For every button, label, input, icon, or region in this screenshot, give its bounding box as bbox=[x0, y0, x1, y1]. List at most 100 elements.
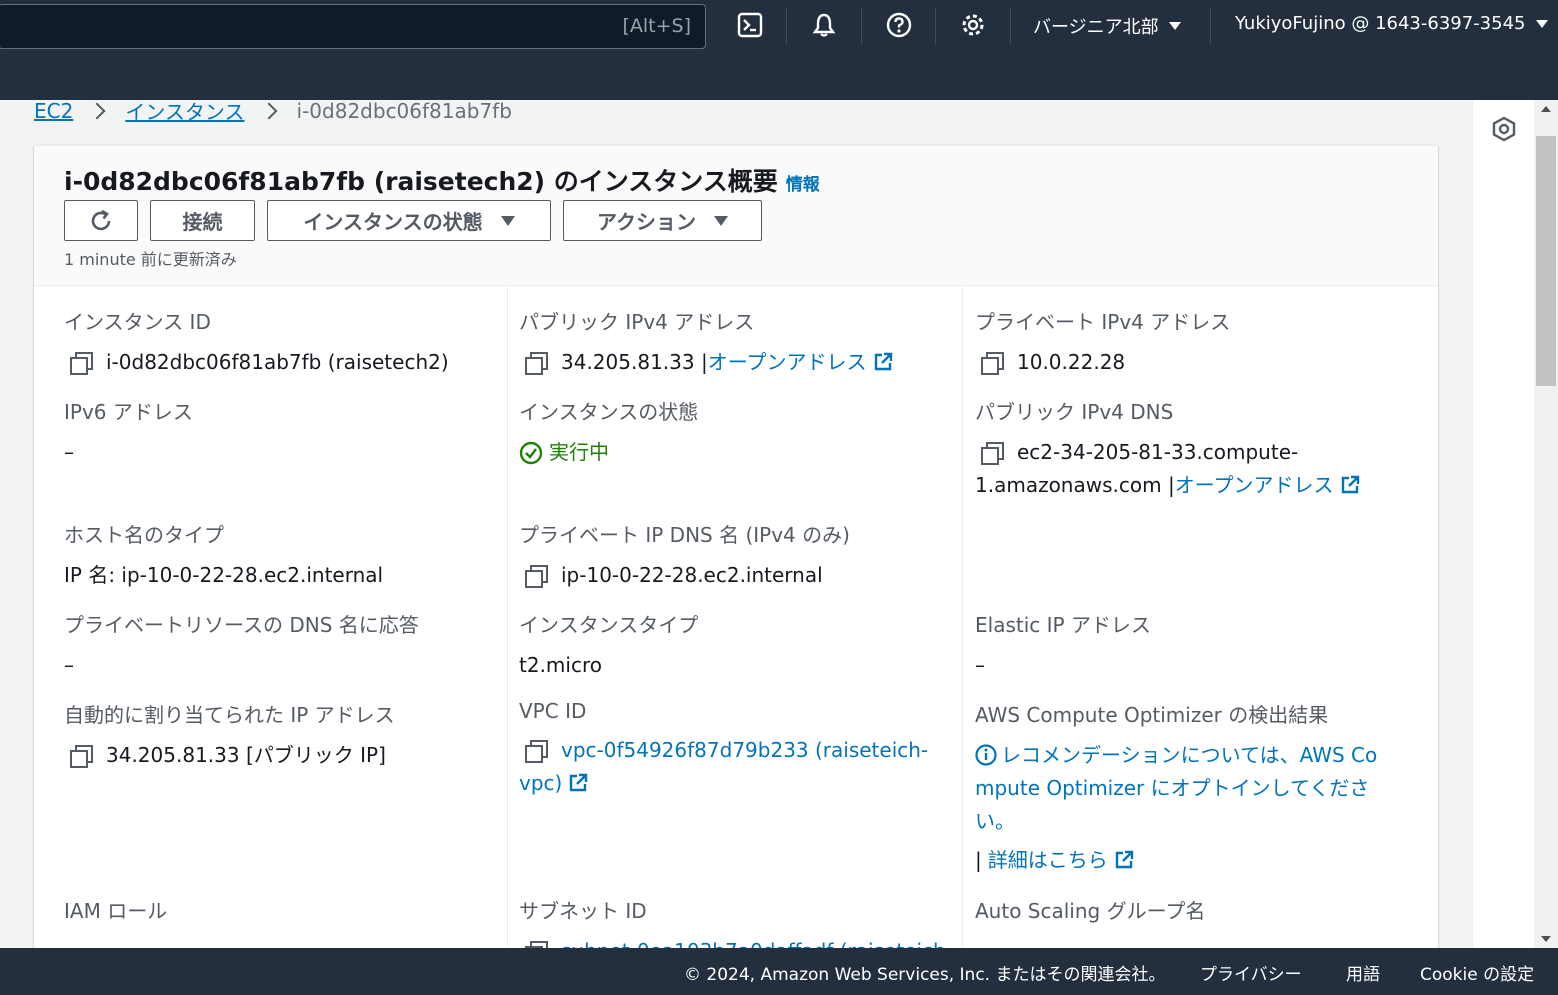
last-updated-text: 1 minute 前に更新済み bbox=[64, 250, 237, 269]
field-public-ipv4: パブリック IPv4 アドレス 34.205.81.33 | オープンアドレス bbox=[519, 306, 893, 379]
field-label: 自動的に割り当てられた IP アドレス bbox=[64, 703, 395, 727]
vpc-id-link[interactable]: vpc-0f54926f87d79b233 (raiseteich- bbox=[561, 734, 928, 767]
field-instance-state: インスタンスの状態 実行中 bbox=[519, 396, 698, 469]
account-label: YukiyoFujino @ 1643-6397-3545 bbox=[1235, 13, 1526, 34]
status-badge: 実行中 bbox=[519, 436, 698, 469]
copy-icon[interactable] bbox=[981, 442, 1004, 465]
help-icon[interactable] bbox=[884, 10, 914, 40]
scroll-up-icon[interactable] bbox=[1541, 106, 1551, 112]
field-label: ホスト名のタイプ bbox=[64, 523, 224, 547]
connect-button-label: 接続 bbox=[182, 210, 223, 234]
field-label: パブリック IPv4 DNS bbox=[975, 400, 1174, 424]
breadcrumb-instances[interactable]: インスタンス bbox=[125, 96, 244, 125]
elastic-ip-value: – bbox=[975, 653, 985, 677]
caret-down-icon bbox=[1535, 19, 1548, 28]
field-label: IPv6 アドレス bbox=[64, 400, 193, 424]
caret-down-icon bbox=[500, 215, 515, 226]
private-ipv4-value: 10.0.22.28 bbox=[1017, 350, 1126, 374]
scroll-down-icon[interactable] bbox=[1541, 936, 1551, 942]
cookie-settings-link[interactable]: Cookie の設定 bbox=[1420, 960, 1534, 985]
public-dns-value-cont: 1.amazonaws.com | bbox=[975, 473, 1175, 497]
resource-dns-value: – bbox=[64, 653, 74, 677]
field-label: インスタンスタイプ bbox=[519, 613, 699, 637]
region-label: バージニア北部 bbox=[1033, 17, 1159, 38]
account-menu[interactable]: YukiyoFujino @ 1643-6397-3545 bbox=[1235, 13, 1548, 34]
learn-more-link[interactable]: 詳細はこちら bbox=[988, 844, 1134, 877]
info-circle-icon bbox=[975, 744, 997, 766]
field-label: インスタンスの状態 bbox=[519, 400, 699, 424]
field-hostname-type: ホスト名のタイプ IP 名: ip-10-0-22-28.ec2.interna… bbox=[64, 519, 383, 592]
instance-state-label: インスタンスの状態 bbox=[303, 210, 483, 234]
region-selector[interactable]: バージニア北部 bbox=[1033, 13, 1181, 39]
refresh-icon bbox=[91, 209, 111, 230]
field-label: VPC ID bbox=[519, 699, 587, 723]
page-title: i-0d82dbc06f81ab7fb (raisetech2) のインスタンス… bbox=[64, 162, 820, 198]
actions-dropdown[interactable]: アクション bbox=[563, 200, 762, 241]
external-link-icon bbox=[1341, 475, 1359, 494]
public-ipv4-value: 34.205.81.33 | bbox=[561, 350, 708, 374]
field-label: プライベート IP DNS 名 (IPv4 のみ) bbox=[519, 523, 850, 547]
private-dns-value: ip-10-0-22-28.ec2.internal bbox=[561, 563, 823, 587]
check-circle-icon bbox=[519, 441, 543, 464]
page-scrollbar[interactable] bbox=[1534, 100, 1558, 948]
field-public-dns: パブリック IPv4 DNS ec2-34-205-81-33.compute-… bbox=[975, 396, 1360, 502]
external-link-icon bbox=[874, 352, 892, 371]
external-link-icon bbox=[1115, 850, 1133, 869]
footer: © 2024, Amazon Web Services, Inc. またはその関… bbox=[0, 948, 1558, 995]
field-ipv6: IPv6 アドレス – bbox=[64, 396, 193, 469]
field-label: Elastic IP アドレス bbox=[975, 613, 1151, 637]
field-label: サブネット ID bbox=[519, 899, 647, 923]
breadcrumb-ec2[interactable]: EC2 bbox=[34, 99, 73, 123]
field-private-dns: プライベート IP DNS 名 (IPv4 のみ) ip-10-0-22-28.… bbox=[519, 519, 850, 592]
info-link[interactable]: 情報 bbox=[786, 175, 820, 195]
caret-down-icon bbox=[1168, 22, 1181, 30]
ipv6-value: – bbox=[64, 440, 74, 464]
field-label: AWS Compute Optimizer の検出結果 bbox=[975, 703, 1329, 727]
field-auto-ip: 自動的に割り当てられた IP アドレス 34.205.81.33 [パブリック … bbox=[64, 699, 395, 772]
field-resource-dns: プライベートリソースの DNS 名に応答 – bbox=[64, 609, 419, 682]
field-label: パブリック IPv4 アドレス bbox=[519, 310, 755, 334]
copy-icon[interactable] bbox=[525, 740, 548, 763]
field-compute-optimizer: AWS Compute Optimizer の検出結果 レコメンデーションについ… bbox=[975, 699, 1415, 877]
top-navigation: [Alt+S] バージニア北部 YukiyoFujino @ 1643-6397… bbox=[0, 0, 1558, 100]
gear-icon[interactable] bbox=[958, 10, 988, 40]
field-label: プライベートリソースの DNS 名に応答 bbox=[64, 613, 419, 637]
field-instance-id: インスタンス ID i-0d82dbc06f81ab7fb (raisetech… bbox=[64, 306, 449, 379]
open-address-link[interactable]: オープンアドレス bbox=[708, 346, 893, 379]
privacy-link[interactable]: プライバシー bbox=[1200, 960, 1302, 985]
right-utility-rail bbox=[1472, 100, 1534, 948]
page-title-text: i-0d82dbc06f81ab7fb (raisetech2) のインスタンス… bbox=[64, 167, 778, 196]
refresh-button[interactable] bbox=[64, 200, 138, 241]
bell-icon[interactable] bbox=[809, 10, 839, 40]
breadcrumb-current: i-0d82dbc06f81ab7fb bbox=[296, 98, 512, 123]
optimizer-message[interactable]: レコメンデーションについては、AWS Co mpute Optimizer にオ… bbox=[975, 739, 1415, 838]
copy-icon[interactable] bbox=[525, 352, 548, 375]
scroll-thumb[interactable] bbox=[1536, 136, 1556, 386]
field-label: IAM ロール bbox=[64, 899, 168, 923]
external-link-icon bbox=[570, 773, 588, 792]
copy-icon[interactable] bbox=[70, 352, 93, 375]
actions-label: アクション bbox=[597, 210, 696, 234]
copy-icon[interactable] bbox=[981, 352, 1004, 375]
field-elastic-ip: Elastic IP アドレス – bbox=[975, 609, 1151, 682]
terms-link[interactable]: 用語 bbox=[1346, 960, 1380, 985]
instance-state-dropdown[interactable]: インスタンスの状態 bbox=[267, 200, 551, 241]
breadcrumb: EC2 インスタンス i-0d82dbc06f81ab7fb bbox=[34, 96, 512, 125]
instance-id-value: i-0d82dbc06f81ab7fb (raisetech2) bbox=[106, 350, 449, 374]
caret-down-icon bbox=[714, 215, 728, 226]
separator-text: | bbox=[975, 848, 982, 872]
search-input[interactable]: [Alt+S] bbox=[0, 4, 706, 49]
copyright-text: © 2024, Amazon Web Services, Inc. またはその関… bbox=[684, 965, 1166, 985]
open-address-link[interactable]: オープンアドレス bbox=[1175, 469, 1360, 502]
field-label: プライベート IPv4 アドレス bbox=[975, 310, 1231, 334]
connect-button[interactable]: 接続 bbox=[150, 200, 255, 241]
chevron-right-icon bbox=[260, 102, 278, 119]
hexagon-icon[interactable] bbox=[1491, 116, 1517, 142]
cloudshell-icon[interactable] bbox=[735, 10, 765, 40]
search-shortcut-hint: [Alt+S] bbox=[622, 15, 691, 37]
field-private-ipv4: プライベート IPv4 アドレス 10.0.22.28 bbox=[975, 306, 1230, 379]
vpc-id-link-cont[interactable]: vpc) bbox=[519, 767, 588, 800]
copy-icon[interactable] bbox=[525, 565, 548, 588]
copy-icon[interactable] bbox=[70, 745, 93, 768]
instance-type-value: t2.micro bbox=[519, 653, 602, 677]
